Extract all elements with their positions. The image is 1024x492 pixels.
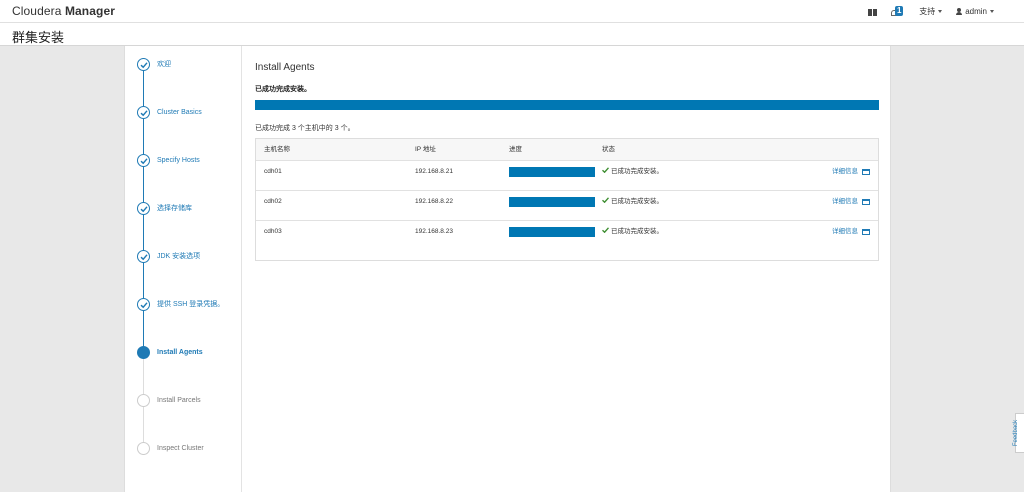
check-icon: [602, 227, 610, 237]
host-ip: 192.168.8.21: [415, 168, 453, 175]
notification-badge: 1: [895, 5, 904, 16]
details-link[interactable]: 详细信息: [832, 167, 870, 177]
main-content: Install Agents 已成功完成安装。 已成功完成 3 个主机中的 3 …: [255, 46, 879, 492]
wizard-step[interactable]: 选择存储库: [137, 202, 237, 232]
progress-fill: [509, 167, 595, 177]
check-circle-icon: [137, 154, 150, 167]
check-circle-icon: [137, 298, 150, 311]
parcels-button[interactable]: [868, 8, 878, 16]
host-ip: 192.168.8.23: [415, 228, 453, 235]
title-bar: 群集安装: [0, 23, 1024, 46]
wizard-step[interactable]: 欢迎: [137, 58, 237, 88]
user-icon: [956, 8, 963, 15]
header-progress: 进度: [509, 146, 522, 153]
host-name: cdh01: [264, 168, 282, 175]
check-circle-icon: [137, 58, 150, 71]
agents-table: 主机名称 IP 地址 进度 状态 cdh01 192.168.8.21 已成功完成安…: [255, 138, 879, 261]
host-name: cdh03: [264, 228, 282, 235]
section-heading: Install Agents: [255, 62, 315, 73]
wizard-step-label: 选择存储库: [157, 205, 192, 212]
feedback-tab[interactable]: Feedback: [1013, 413, 1024, 453]
check-circle-icon: [137, 106, 150, 119]
header-ip: IP 地址: [415, 146, 436, 153]
host-status: 已成功完成安装。: [602, 197, 663, 208]
success-message: 已成功完成安装。: [255, 86, 311, 93]
header-host: 主机名称: [264, 146, 290, 153]
table-row: cdh03 192.168.8.23 已成功完成安装。 详细信息: [256, 220, 878, 250]
wizard-step[interactable]: Specify Hosts: [137, 154, 237, 184]
details-link[interactable]: 详细信息: [832, 197, 870, 207]
wizard-step-label: Cluster Basics: [157, 109, 202, 116]
details-label: 详细信息: [832, 228, 858, 235]
notification-icon: 1: [891, 5, 905, 19]
support-menu[interactable]: 支持: [919, 6, 943, 17]
host-progress: [509, 227, 595, 237]
window-icon: [862, 199, 870, 205]
check-icon: [602, 197, 610, 207]
progress-bar: [509, 167, 595, 177]
details-label: 详细信息: [832, 198, 858, 205]
host-status: 已成功完成安装。: [602, 167, 663, 178]
brand-name-light: Cloudera: [12, 4, 65, 18]
user-menu[interactable]: admin: [956, 7, 994, 16]
wizard-step[interactable]: JDK 安装选项: [137, 250, 237, 280]
host-status: 已成功完成安装。: [602, 227, 663, 238]
wizard-step-label: Install Parcels: [157, 397, 201, 404]
feedback-label: Feedback: [1013, 419, 1020, 447]
wizard-steps: 欢迎 Cluster Basics Specify Hosts 选择存储库 JDK 安装…: [125, 46, 242, 492]
top-navbar: Cloudera Manager 1 支持 admin: [0, 0, 1024, 23]
host-progress: [509, 167, 595, 177]
check-circle-icon: [137, 250, 150, 263]
table-header: 主机名称 IP 地址 进度 状态: [256, 139, 878, 160]
overall-progress-bar: [255, 100, 879, 110]
status-text: 已成功完成安装。: [611, 228, 663, 235]
wizard-step[interactable]: 提供 SSH 登录凭据。: [137, 298, 237, 328]
gift-icon: [868, 8, 878, 16]
wizard-step-label: Specify Hosts: [157, 157, 200, 164]
wizard-step[interactable]: Cluster Basics: [137, 106, 237, 136]
pending-step-icon: [137, 442, 150, 455]
window-icon: [862, 229, 870, 235]
wizard-step-label: JDK 安装选项: [157, 253, 201, 260]
wizard-step: Install Agents: [137, 346, 237, 376]
notifications-button[interactable]: 1: [891, 5, 905, 19]
progress-fill: [509, 197, 595, 207]
chevron-down-icon: [938, 10, 943, 13]
progress-fill: [509, 227, 595, 237]
progress-bar: [509, 197, 595, 207]
chevron-down-icon: [990, 10, 994, 13]
wizard-step: Install Parcels: [137, 394, 237, 424]
wizard-step: Inspect Cluster: [137, 442, 237, 472]
current-step-icon: [137, 346, 150, 359]
host-name: cdh02: [264, 198, 282, 205]
check-icon: [602, 167, 610, 177]
nav-right: 1 支持 admin: [854, 0, 994, 23]
window-icon: [862, 169, 870, 175]
brand-logo[interactable]: Cloudera Manager: [12, 4, 115, 18]
pending-step-icon: [137, 394, 150, 407]
wizard-step-label: 欢迎: [157, 61, 171, 68]
status-text: 已成功完成安装。: [611, 198, 663, 205]
progress-bar: [509, 227, 595, 237]
host-ip: 192.168.8.22: [415, 198, 453, 205]
overall-progress-fill: [255, 100, 879, 110]
details-link[interactable]: 详细信息: [832, 227, 870, 237]
brand-name-bold: Manager: [64, 4, 115, 18]
table-row: cdh01 192.168.8.21 已成功完成安装。 详细信息: [256, 160, 878, 190]
status-text: 已成功完成安装。: [611, 168, 663, 175]
header-status: 状态: [602, 146, 615, 153]
host-progress: [509, 197, 595, 207]
wizard-step-label: Inspect Cluster: [157, 445, 204, 452]
user-label: admin: [965, 7, 987, 16]
wizard-step-label: 提供 SSH 登录凭据。: [157, 301, 225, 308]
page-title: 群集安装: [12, 30, 65, 45]
wizard-step-label: Install Agents: [157, 349, 203, 356]
support-label: 支持: [919, 7, 936, 16]
hosts-summary: 已成功完成 3 个主机中的 3 个。: [255, 125, 355, 132]
install-wizard: 欢迎 Cluster Basics Specify Hosts 选择存储库 JDK 安装…: [124, 46, 891, 492]
details-label: 详细信息: [832, 168, 858, 175]
table-row: cdh02 192.168.8.22 已成功完成安装。 详细信息: [256, 190, 878, 220]
check-circle-icon: [137, 202, 150, 215]
